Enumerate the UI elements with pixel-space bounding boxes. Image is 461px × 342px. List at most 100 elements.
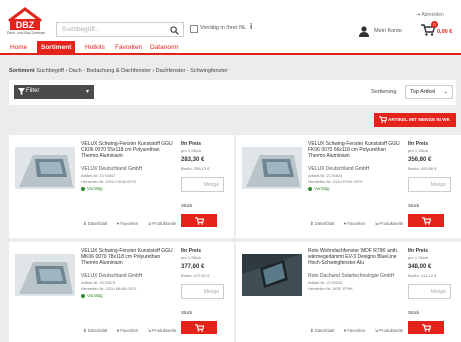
- stock-dot-icon: [308, 186, 312, 191]
- gross-price: Brutto: 336,13 €: [181, 166, 210, 171]
- search-placeholder: Suchbegriff...: [62, 26, 101, 33]
- manufacturer: VELUX Deutschland GmbH: [308, 166, 370, 172]
- bulk-add-to-cart-button[interactable]: ARTIKEL MIT MENGE IN WK: [374, 113, 456, 127]
- info-icon[interactable]: i: [250, 22, 252, 31]
- cart-icon: [195, 324, 204, 332]
- datasheet-link[interactable]: ⬇ Datenblatt: [310, 221, 338, 226]
- breadcrumb: Sortiment Suchbegriff › Dach - Bedachung…: [9, 68, 228, 74]
- article-number: Artikel-Nr. 2176847: [81, 173, 116, 178]
- price: 348,00 €: [408, 264, 432, 270]
- price-unit: pro 1 Stück: [181, 148, 202, 153]
- product-image[interactable]: [15, 254, 75, 296]
- stock-dot-icon: [81, 186, 85, 191]
- breadcrumb-current[interactable]: Sortiment: [9, 68, 35, 74]
- datasheet-link[interactable]: ⬇ Datenblatt: [83, 328, 111, 333]
- unit-label: Stück: [181, 310, 193, 315]
- article-number: Artikel-Nr. 2176873: [81, 280, 116, 285]
- product-page-link[interactable]: ⇲ Produktseite: [374, 221, 407, 226]
- stock-dot-icon: [81, 293, 85, 298]
- logout-link[interactable]: ⇥ Abmelden: [416, 12, 444, 18]
- user-icon[interactable]: [358, 26, 370, 37]
- datasheet-link[interactable]: ⬇ Datenblatt: [310, 328, 338, 333]
- quantity-input[interactable]: Menge: [181, 284, 224, 299]
- quantity-placeholder: Menge: [430, 182, 446, 188]
- article-number: Artikel-Nr. 2178233: [308, 280, 343, 285]
- cart-icon: [422, 217, 431, 225]
- cart-icon: [379, 116, 387, 123]
- filter-bar: Filter ▾ Sortierung Top Artikel ⌄: [9, 80, 456, 105]
- product-image[interactable]: [15, 147, 75, 189]
- product-name[interactable]: VELUX Schwing-Fenster Kunststoff GGU FK0…: [308, 141, 404, 160]
- product-page-link[interactable]: ⇲ Produktseite: [374, 328, 407, 333]
- main-nav: Home Sortiment Hotkits Favoriten Datanor…: [0, 41, 461, 55]
- cart-icon: [422, 324, 431, 332]
- nav-hotkits[interactable]: Hotkits: [85, 44, 105, 51]
- search-input[interactable]: Suchbegriff...: [56, 22, 184, 37]
- favorite-link[interactable]: ♥ Favoriten: [117, 328, 143, 333]
- product-image[interactable]: [242, 254, 302, 296]
- product-card: VELUX Schwing-Fenster Kunststoff GGU FK0…: [236, 135, 461, 238]
- logo[interactable]: DBZ: [6, 5, 44, 33]
- nav-sortiment[interactable]: Sortiment: [37, 41, 76, 55]
- manufacturer: VELUX Deutschland GmbH: [81, 166, 143, 172]
- price-unit: pro 1 Stück: [181, 255, 202, 260]
- sort-select[interactable]: Top Artikel ⌄: [405, 85, 453, 99]
- stock-filter-label: Vorrätig in Ihrer NL: [200, 25, 247, 31]
- svg-text:DBZ: DBZ: [16, 20, 35, 30]
- account-link[interactable]: Mein Konto: [374, 28, 402, 34]
- favorite-link[interactable]: ♥ Favoriten: [344, 328, 370, 333]
- product-name[interactable]: Roto Wohndachfenster WDF R79K anth. wärm…: [308, 248, 404, 267]
- cart-total[interactable]: 0,00 €: [437, 29, 452, 35]
- product-name[interactable]: VELUX Schwing-Fenster Kunststoff GGU CK0…: [81, 141, 177, 160]
- manufacturer-number: Hersteller-Nr. GGU CK06 0070: [81, 179, 136, 184]
- quantity-placeholder: Menge: [203, 182, 219, 188]
- product-card: Roto Wohndachfenster WDF R79K anth. wärm…: [236, 242, 461, 342]
- price-unit: pro 1 Stück: [408, 148, 429, 153]
- favorite-link[interactable]: ♥ Favoriten: [117, 221, 143, 226]
- product-name[interactable]: VELUX Schwing-Fenster Kunststoff GGU MK0…: [81, 248, 177, 267]
- search-icon[interactable]: [170, 26, 179, 35]
- product-page-link[interactable]: ⇲ Produktseite: [147, 221, 180, 226]
- price-unit: pro 1 Stück: [408, 255, 429, 260]
- quantity-input[interactable]: Menge: [408, 284, 451, 299]
- quantity-placeholder: Menge: [203, 289, 219, 295]
- favorite-link[interactable]: ♥ Favoriten: [344, 221, 370, 226]
- product-page-link[interactable]: ⇲ Produktseite: [147, 328, 180, 333]
- quantity-input[interactable]: Menge: [181, 177, 224, 192]
- add-to-cart-button[interactable]: [181, 214, 217, 227]
- price-label: Ihr Preis: [181, 141, 202, 147]
- nav-home[interactable]: Home: [10, 44, 27, 51]
- stock-status: Vorrätig: [308, 186, 330, 191]
- quantity-input[interactable]: Menge: [408, 177, 451, 192]
- chevron-down-icon: ⌄: [443, 89, 448, 95]
- datasheet-link[interactable]: ⬇ Datenblatt: [83, 221, 111, 226]
- gross-price: Brutto: 405,86 €: [408, 166, 437, 171]
- product-image[interactable]: [242, 147, 302, 189]
- stock-filter-checkbox[interactable]: [190, 25, 198, 33]
- price-label: Ihr Preis: [181, 248, 202, 254]
- quantity-placeholder: Menge: [430, 289, 446, 295]
- sort-label: Sortierung: [371, 89, 397, 95]
- nav-favoriten[interactable]: Favoriten: [115, 44, 142, 51]
- manufacturer-number: Hersteller-Nr. GGU MK06 0070: [81, 286, 137, 291]
- add-to-cart-button[interactable]: [408, 214, 444, 227]
- bulk-add-label: ARTIKEL MIT MENGE IN WK: [388, 117, 450, 122]
- product-actions: ⬇ Datenblatt ♥ Favoriten ⇲ Produktseite: [83, 328, 184, 334]
- logo-text: Dach- und Bau-Zentrale: [6, 31, 46, 35]
- header: DBZ Dach- und Bau-Zentrale Suchbegriff..…: [0, 0, 461, 41]
- unit-label: Stück: [408, 310, 420, 315]
- logout-label: Abmelden: [421, 12, 444, 18]
- page: DBZ Dach- und Bau-Zentrale Suchbegriff..…: [0, 0, 461, 342]
- manufacturer: VELUX Deutschland GmbH: [81, 273, 143, 279]
- breadcrumb-path[interactable]: Suchbegriff › Dach - Bedachung & Dachfen…: [36, 68, 228, 74]
- add-to-cart-button[interactable]: [181, 321, 217, 334]
- price: 377,60 €: [181, 264, 205, 270]
- filter-button[interactable]: Filter ▾: [14, 85, 94, 99]
- add-to-cart-button[interactable]: [408, 321, 444, 334]
- product-actions: ⬇ Datenblatt ♥ Favoriten ⇲ Produktseite: [310, 221, 411, 227]
- product-card: VELUX Schwing-Fenster Kunststoff GGU CK0…: [9, 135, 234, 238]
- nav-datanorm[interactable]: Datanorm: [150, 44, 179, 51]
- price-label: Ihr Preis: [408, 141, 429, 147]
- price: 356,80 €: [408, 157, 432, 163]
- chevron-down-icon: ▾: [85, 89, 89, 95]
